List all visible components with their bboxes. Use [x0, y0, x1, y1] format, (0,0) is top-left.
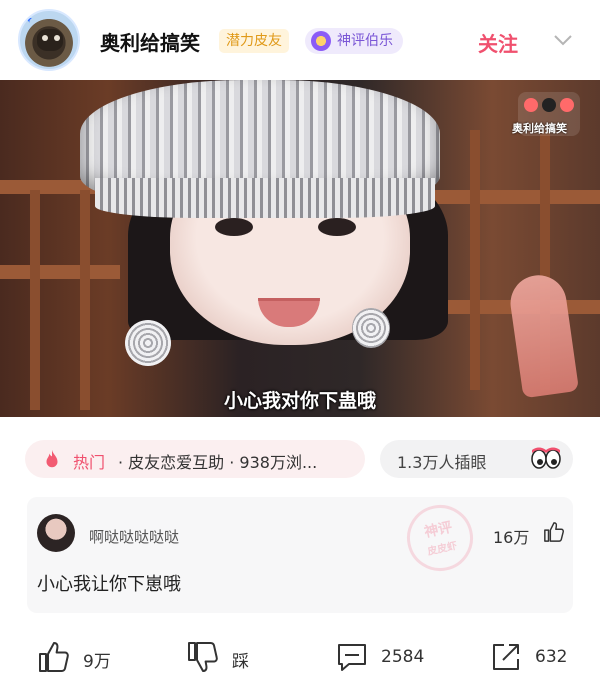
medal-icon: [311, 31, 331, 51]
review-master-label: 神评伯乐: [337, 33, 393, 49]
watch-count-bar[interactable]: 1.3万人插眼: [380, 440, 573, 478]
eye-left: [215, 218, 253, 236]
thumbs-down-icon: [188, 642, 218, 672]
review-master-badge: 神评伯乐: [305, 28, 403, 54]
earring-left: [125, 320, 171, 366]
video-player[interactable]: 奥利给搞笑 小心我对你下蛊哦: [0, 80, 600, 417]
watermark-dot: [542, 98, 556, 112]
hot-label: 热门: [73, 453, 106, 472]
hand: [506, 271, 580, 399]
share-icon: [493, 644, 519, 670]
thumbs-up-icon: [39, 642, 69, 672]
watermark-dot: [524, 98, 538, 112]
earring-right: [352, 308, 390, 348]
comment-like-count: 16万: [493, 528, 530, 547]
chevron-down-icon[interactable]: [553, 32, 573, 48]
commenter-name[interactable]: 啊哒哒哒哒哒: [89, 526, 179, 547]
railing-post: [30, 190, 40, 410]
watermark-dot: [560, 98, 574, 112]
thumbs-up-icon[interactable]: [543, 521, 565, 543]
dislike-label: 踩: [232, 652, 249, 672]
comment-text: 小心我让你下崽哦: [37, 574, 181, 595]
potential-user-badge: 潜力皮友: [219, 29, 289, 53]
share-count: 632: [535, 647, 568, 667]
railing-left-mid: [0, 265, 120, 279]
follow-button[interactable]: 关注: [478, 28, 518, 57]
commenter-avatar[interactable]: [37, 514, 75, 552]
watermark-text: 奥利给搞笑: [512, 122, 567, 135]
like-count: 9万: [83, 652, 111, 672]
top-comment-card[interactable]: 神评 皮皮虾 啊哒哒哒哒哒 16万 小心我让你下崽哦: [27, 497, 573, 613]
railing-post: [80, 190, 90, 410]
flame-icon: [46, 449, 58, 468]
comment-bubble-icon: [338, 644, 366, 671]
eye-right: [318, 218, 356, 236]
hot-topic-text: · 皮友恋爱互助 · 938万浏...: [118, 453, 318, 472]
username[interactable]: 奥利给搞笑: [100, 27, 200, 56]
user-avatar[interactable]: ✦: [18, 9, 80, 71]
post-header: ✦ 奥利给搞笑 潜力皮友 神评伯乐 关注: [0, 0, 600, 80]
hat-fringe: [95, 178, 435, 218]
god-comment-stamp: 神评 皮皮虾: [400, 498, 480, 578]
eyes-icon: [531, 447, 561, 469]
watch-count-label: 1.3万人插眼: [397, 453, 487, 472]
video-subtitle: 小心我对你下蛊哦: [223, 390, 376, 412]
railing-right-top: [420, 190, 600, 204]
railing-post: [470, 130, 480, 390]
avatar-sticker: ✦: [22, 12, 35, 27]
avatar-eye-left: [42, 35, 48, 41]
comment-count: 2584: [381, 647, 425, 667]
hot-topic-bar[interactable]: 热门 · 皮友恋爱互助 · 938万浏...: [25, 440, 365, 478]
avatar-eye-right: [54, 35, 60, 41]
